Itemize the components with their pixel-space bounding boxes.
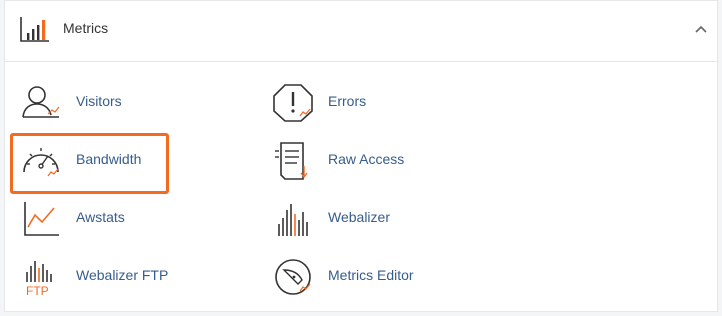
awstats-link[interactable]: Awstats — [21, 196, 161, 240]
ftp-badge-text: FTP — [26, 284, 49, 296]
awstats-line-chart-icon — [24, 202, 59, 236]
metrics-editor-link[interactable]: Metrics Editor — [273, 254, 443, 298]
visitors-label: Visitors — [76, 93, 122, 109]
metrics-editor-label: Metrics Editor — [328, 267, 414, 283]
raw-access-document-icon — [275, 142, 308, 180]
webalizer-ftp-icon: FTP — [26, 261, 52, 296]
webalizer-ftp-link[interactable]: FTP Webalizer FTP — [21, 254, 191, 298]
metrics-editor-icon — [275, 259, 311, 295]
raw-access-link[interactable]: Raw Access — [273, 138, 413, 182]
metrics-section-header[interactable]: Metrics — [5, 1, 717, 62]
raw-access-label: Raw Access — [328, 151, 405, 167]
metrics-panel: Metrics Visitors Errors Bandwidth Raw Ac… — [4, 0, 718, 312]
errors-icon — [273, 84, 313, 122]
webalizer-bars-icon — [278, 204, 308, 236]
errors-label: Errors — [328, 93, 367, 109]
errors-link[interactable]: Errors — [273, 80, 413, 124]
chevron-up-icon[interactable] — [695, 25, 707, 33]
webalizer-link[interactable]: Webalizer — [273, 196, 413, 240]
awstats-label: Awstats — [76, 209, 125, 225]
bar-chart-icon — [20, 17, 49, 42]
visitors-icon — [22, 86, 60, 118]
webalizer-ftp-label: Webalizer FTP — [76, 267, 169, 283]
webalizer-label: Webalizer — [328, 209, 390, 225]
section-title: Metrics — [63, 20, 109, 36]
bandwidth-highlight-box — [10, 133, 169, 194]
visitors-link[interactable]: Visitors — [21, 80, 161, 124]
